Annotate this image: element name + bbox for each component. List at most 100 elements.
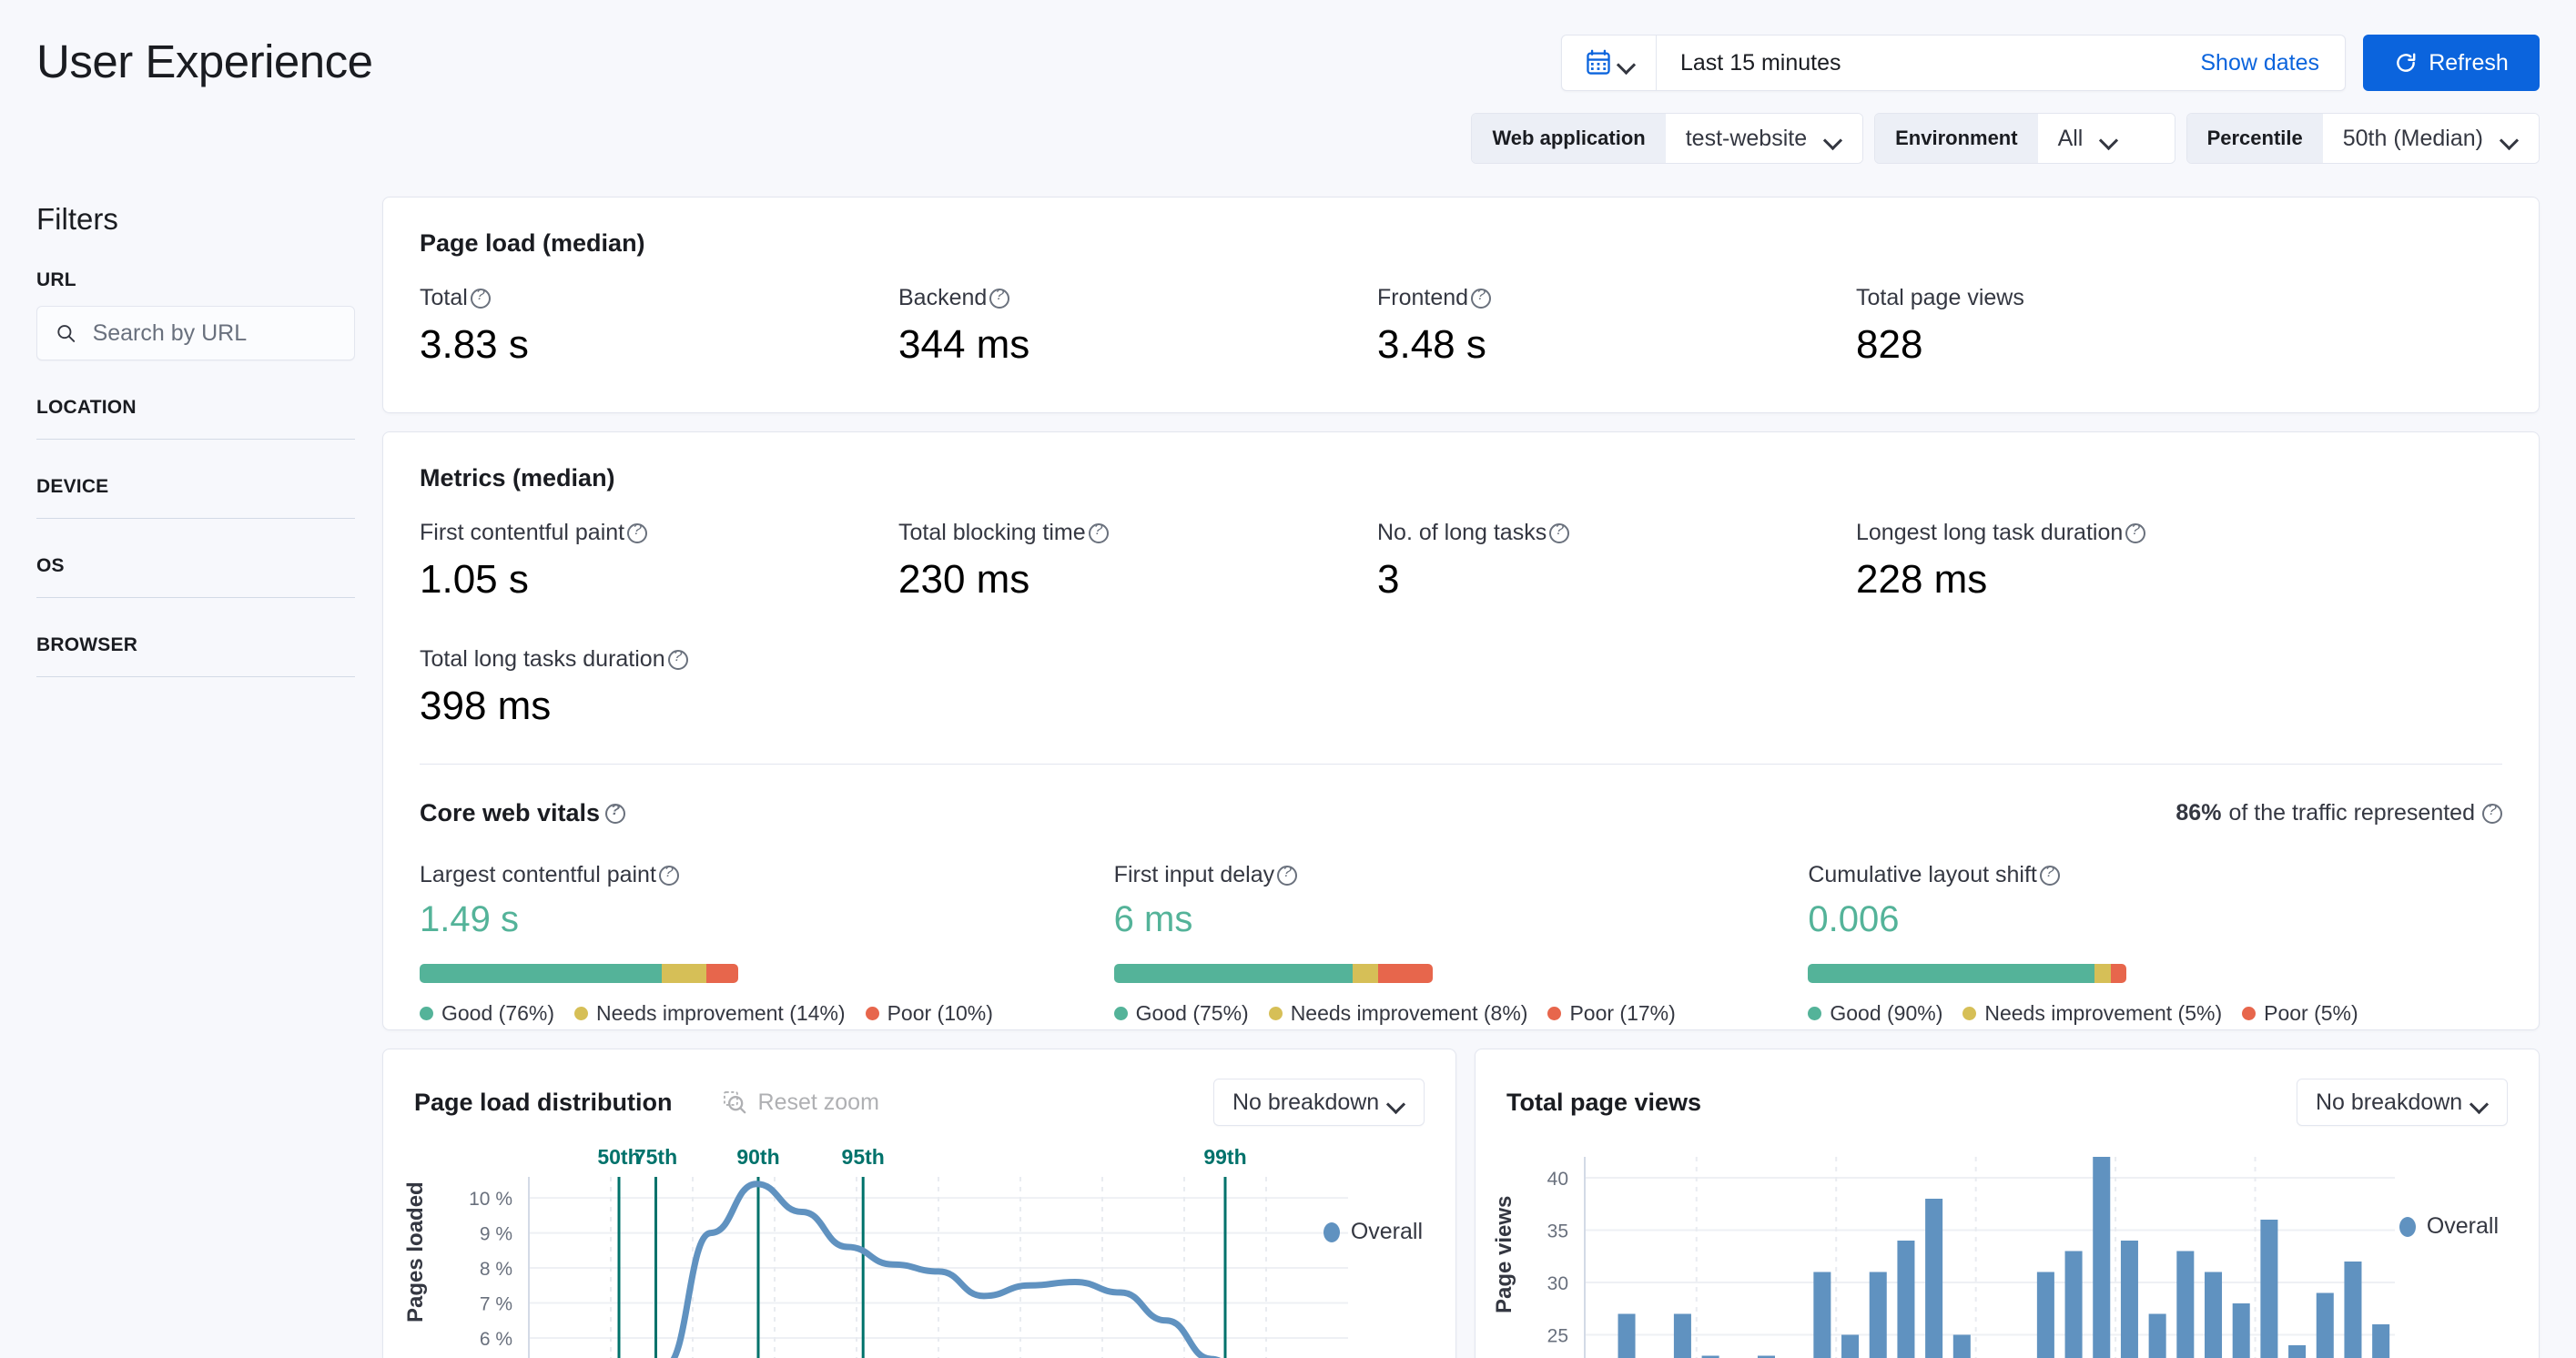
divider bbox=[36, 676, 355, 677]
distribution-breakdown-select[interactable]: No breakdown bbox=[1213, 1079, 1425, 1126]
reset-zoom-button[interactable]: Reset zoom bbox=[722, 1089, 879, 1116]
traffic-represented-pct: 86% bbox=[2175, 800, 2222, 826]
help-icon[interactable] bbox=[2125, 521, 2146, 543]
cwv-lcp-bar bbox=[420, 964, 738, 983]
metric-total: Total 3.83 s bbox=[420, 285, 898, 368]
svg-text:30: 30 bbox=[1547, 1273, 1568, 1294]
cwv-fid-bar bbox=[1113, 964, 1433, 983]
filter-web-application-label: Web application bbox=[1472, 114, 1666, 163]
distribution-card-header: Page load distribution Reset zoom No bre… bbox=[414, 1079, 1425, 1126]
core-web-vitals-grid: Largest contentful paint 1.49 s Good (76… bbox=[420, 862, 2502, 1026]
divider bbox=[36, 439, 355, 440]
search-input[interactable] bbox=[92, 319, 336, 347]
distribution-legend[interactable]: Overall bbox=[1323, 1219, 1423, 1245]
metric-total-long-tasks-label: Total long tasks duration bbox=[420, 646, 665, 672]
calendar-icon bbox=[1586, 49, 1610, 75]
core-web-vitals-title: Core web vitals bbox=[420, 799, 601, 826]
help-icon[interactable] bbox=[605, 801, 626, 824]
url-search-box[interactable] bbox=[36, 306, 355, 360]
cwv-fid-value: 6 ms bbox=[1113, 899, 1193, 939]
metric-longest-task-label: Longest long task duration bbox=[1856, 520, 2124, 545]
svg-text:35: 35 bbox=[1547, 1221, 1568, 1242]
help-icon[interactable] bbox=[667, 647, 688, 670]
page-load-distribution-chart[interactable]: 10 %9 %8 %7 %6 %5 %50th75th90th95th99th bbox=[383, 1135, 1455, 1358]
legend-dot-good bbox=[1113, 1007, 1128, 1020]
cwv-cls-legend: Good (90%) Needs improvement (5%) Poor (… bbox=[1808, 1001, 2502, 1026]
filter-web-application-select[interactable]: test-website bbox=[1665, 114, 1863, 163]
filters-sidebar: Filters URL LOCATION DEVICE OS BROWSER bbox=[36, 202, 355, 677]
cwv-lcp-bar-good bbox=[420, 964, 662, 983]
sidebar-section-os[interactable]: OS bbox=[36, 555, 355, 598]
svg-text:9 %: 9 % bbox=[480, 1224, 512, 1245]
sidebar-section-location[interactable]: LOCATION bbox=[36, 397, 355, 440]
cwv-fid-legend: Good (75%) Needs improvement (8%) Poor (… bbox=[1113, 1001, 1809, 1026]
show-dates-link[interactable]: Show dates bbox=[2200, 50, 2345, 76]
views-card-title: Total page views bbox=[1506, 1088, 1702, 1116]
metric-total-long-tasks-duration: Total long tasks duration 398 ms bbox=[420, 646, 898, 729]
help-icon[interactable] bbox=[2482, 801, 2502, 824]
filter-web-application-value: test-website bbox=[1685, 125, 1808, 151]
metric-first-contentful-paint: First contentful paint 1.05 s bbox=[420, 520, 898, 603]
views-legend[interactable]: Overall bbox=[2399, 1213, 2499, 1240]
help-icon[interactable] bbox=[627, 521, 648, 543]
legend-dot-good bbox=[1808, 1007, 1822, 1020]
cwv-lcp-label: Largest contentful paint bbox=[420, 862, 656, 887]
sidebar-section-browser-label: BROWSER bbox=[36, 634, 138, 655]
user-experience-dashboard: User Experience Last 15 minutes Show dat… bbox=[0, 0, 2576, 1358]
metric-backend-value: 344 ms bbox=[898, 322, 1030, 367]
views-card-header: Total page views No breakdown bbox=[1506, 1079, 2508, 1126]
svg-text:95th: 95th bbox=[842, 1145, 885, 1169]
cwv-lcp-bar-poor bbox=[706, 964, 738, 983]
filter-environment-select[interactable]: All bbox=[2037, 114, 2175, 163]
date-range-value[interactable]: Last 15 minutes bbox=[1657, 50, 2200, 76]
refresh-icon bbox=[2397, 53, 2416, 72]
calendar-icon-button[interactable] bbox=[1562, 35, 1657, 90]
help-icon[interactable] bbox=[470, 286, 491, 309]
filter-percentile[interactable]: Percentile 50th (Median) bbox=[2186, 113, 2540, 164]
legend-dot-needs-improvement bbox=[1268, 1007, 1283, 1020]
filter-web-application[interactable]: Web application test-website bbox=[1471, 113, 1864, 164]
cwv-cls-bar-needs bbox=[2094, 964, 2111, 983]
page-load-distribution-card: Page load distribution Reset zoom No bre… bbox=[382, 1049, 1456, 1358]
filter-environment[interactable]: Environment All bbox=[1874, 113, 2175, 164]
core-web-vitals-header: Core web vitals 86% of the traffic repre… bbox=[420, 799, 2502, 827]
metric-tbt-value: 230 ms bbox=[898, 557, 1030, 602]
help-icon[interactable] bbox=[1277, 863, 1298, 886]
cwv-first-input-delay: First input delay 6 ms Good (75%) Needs … bbox=[1113, 862, 1809, 1026]
distribution-legend-label: Overall bbox=[1350, 1219, 1423, 1244]
help-icon[interactable] bbox=[2039, 863, 2060, 886]
chevron-down-icon bbox=[1618, 58, 1633, 68]
sidebar-section-device[interactable]: DEVICE bbox=[36, 476, 355, 519]
distribution-y-axis-label: Pages loaded bbox=[403, 1181, 428, 1323]
reset-zoom-label: Reset zoom bbox=[757, 1089, 879, 1115]
cwv-fid-bar-needs bbox=[1353, 964, 1379, 983]
date-range-picker[interactable]: Last 15 minutes Show dates bbox=[1561, 35, 2346, 91]
refresh-label: Refresh bbox=[2429, 49, 2509, 76]
help-icon[interactable] bbox=[1471, 286, 1492, 309]
views-breakdown-value: No breakdown bbox=[2316, 1089, 2463, 1115]
chevron-down-icon bbox=[2101, 134, 2118, 144]
refresh-button[interactable]: Refresh bbox=[2363, 35, 2540, 91]
sidebar-section-browser[interactable]: BROWSER bbox=[36, 634, 355, 677]
views-y-axis-label: Page views bbox=[1492, 1195, 1516, 1313]
metric-longest-long-task-duration: Longest long task duration 228 ms bbox=[1856, 520, 2335, 603]
help-icon[interactable] bbox=[658, 863, 679, 886]
help-icon[interactable] bbox=[989, 286, 1010, 309]
help-icon[interactable] bbox=[1088, 521, 1109, 543]
svg-text:25: 25 bbox=[1547, 1326, 1568, 1347]
page-load-card: Page load (median) Total 3.83 s Backend … bbox=[382, 197, 2540, 413]
sidebar-section-location-label: LOCATION bbox=[36, 397, 137, 418]
filter-percentile-select[interactable]: 50th (Median) bbox=[2322, 114, 2539, 163]
cwv-lcp-legend-good: Good (76%) bbox=[441, 1001, 555, 1025]
distribution-breakdown-value: No breakdown bbox=[1232, 1089, 1380, 1115]
filter-bar: Web application test-website Environment… bbox=[1471, 113, 2540, 164]
filter-percentile-value: 50th (Median) bbox=[2342, 125, 2483, 151]
filter-environment-label: Environment bbox=[1875, 114, 2038, 163]
total-page-views-chart[interactable]: 4035302520 bbox=[1476, 1135, 2539, 1358]
views-breakdown-select[interactable]: No breakdown bbox=[2297, 1079, 2508, 1126]
metrics-card-title: Metrics (median) bbox=[420, 464, 615, 492]
help-icon[interactable] bbox=[1549, 521, 1570, 543]
cwv-fid-legend-poor: Poor (17%) bbox=[1569, 1001, 1676, 1025]
cwv-cls-legend-poor: Poor (5%) bbox=[2264, 1001, 2358, 1025]
sidebar-section-os-label: OS bbox=[36, 555, 65, 576]
